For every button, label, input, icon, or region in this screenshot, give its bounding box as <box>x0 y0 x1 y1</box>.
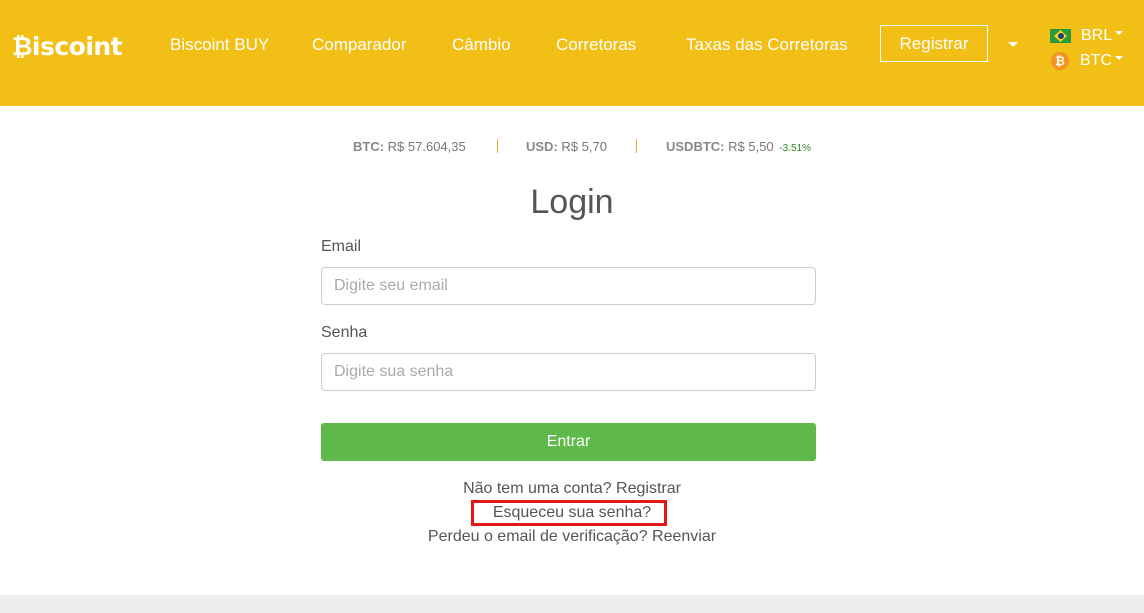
footer-band <box>0 595 1144 613</box>
ticker-label: USDBTC: <box>666 139 725 154</box>
bitcoin-icon: ₿ <box>1051 52 1069 70</box>
chevron-down-icon <box>1115 56 1123 60</box>
register-link[interactable]: Não tem uma conta? Registrar <box>0 480 1144 498</box>
email-label: Email <box>321 238 362 255</box>
ticker-label: BTC: <box>353 139 385 154</box>
ticker-divider <box>636 139 637 153</box>
highlight-box <box>471 500 667 526</box>
password-field[interactable] <box>321 353 816 391</box>
currency-code-btc: BTC <box>1080 52 1112 69</box>
brazil-flag-icon <box>1050 29 1071 43</box>
password-label: Senha <box>321 324 368 341</box>
chevron-down-icon <box>1115 31 1124 35</box>
email-field[interactable] <box>321 267 816 305</box>
page-title: Login <box>530 183 614 221</box>
currency-code-brl: BRL <box>1081 27 1113 44</box>
register-button[interactable]: Registrar <box>880 25 988 62</box>
nav-cambio[interactable]: Câmbio <box>452 35 511 55</box>
ticker-value: R$ 5,70 <box>561 139 607 154</box>
nav-biscoint-buy[interactable]: Biscoint BUY <box>170 35 269 55</box>
biscoint-logo[interactable]: ₿iscoint <box>12 32 123 62</box>
nav-comparador[interactable]: Comparador <box>312 35 407 55</box>
ticker-usdbtc: USDBTC: R$ 5,50 -3.51% <box>666 139 811 154</box>
currency-selector-brl[interactable]: BRL <box>1050 27 1124 45</box>
ticker-usd: USD: R$ 5,70 <box>526 139 607 154</box>
ticker-btc: BTC: R$ 57.604,35 <box>353 139 466 154</box>
ticker-value: R$ 57.604,35 <box>387 139 466 154</box>
chevron-down-icon[interactable] <box>1008 42 1018 47</box>
top-header: ₿iscoint Biscoint BUY Comparador Câmbio … <box>0 0 1144 106</box>
login-button[interactable]: Entrar <box>321 423 816 461</box>
nav-corretoras[interactable]: Corretoras <box>556 35 636 55</box>
ticker-value: R$ 5,50 <box>728 139 774 154</box>
ticker-divider <box>497 139 498 153</box>
currency-selector-btc[interactable]: ₿ BTC <box>1050 52 1123 70</box>
nav-taxas-das-corretoras[interactable]: Taxas das Corretoras <box>686 35 848 55</box>
ticker-change: -3.51% <box>779 143 811 154</box>
resend-verification-link[interactable]: Perdeu o email de verificação? Reenviar <box>0 528 1144 546</box>
ticker-label: USD: <box>526 139 558 154</box>
